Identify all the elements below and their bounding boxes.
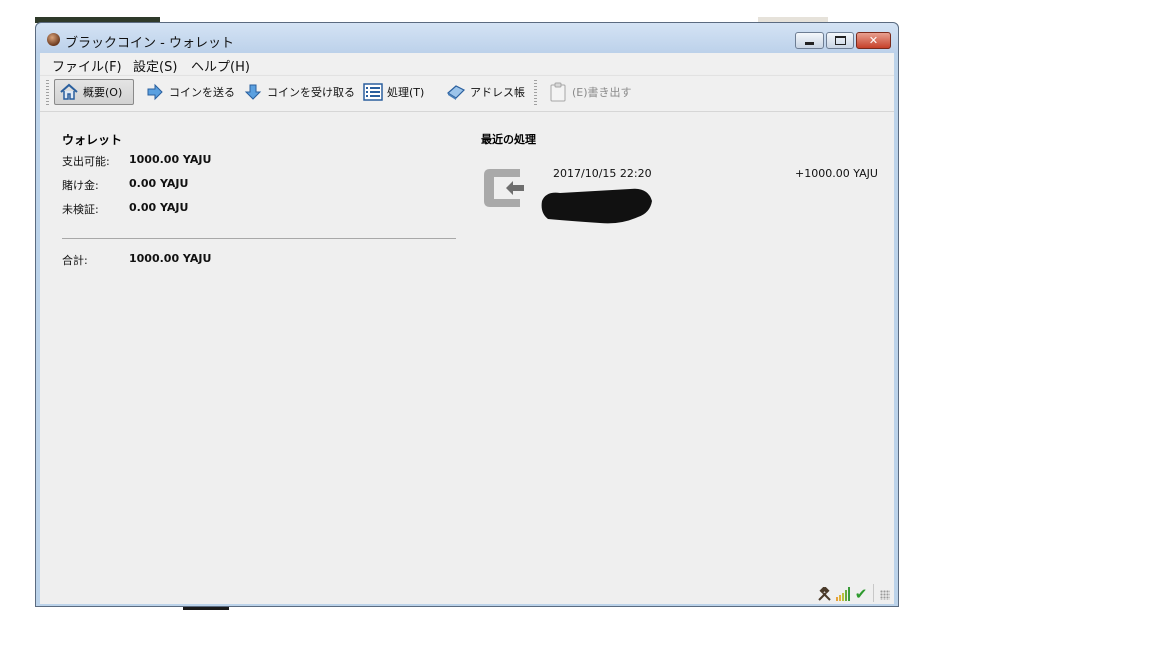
- toolbar-grip[interactable]: [46, 80, 49, 106]
- transaction-amount: +1000.00 YAJU: [795, 167, 878, 180]
- export-label: (E)書き出す: [572, 86, 632, 99]
- transactions-button[interactable]: 処理(T): [359, 79, 428, 105]
- wallet-heading: ウォレット: [62, 133, 123, 147]
- minimize-button[interactable]: [795, 32, 824, 49]
- total-label: 合計:: [62, 254, 88, 267]
- receive-coins-label: コインを受け取る: [267, 86, 355, 99]
- menu-settings[interactable]: 設定(S): [133, 56, 177, 75]
- send-coins-label: コインを送る: [169, 86, 235, 99]
- spendable-label: 支出可能:: [62, 155, 110, 168]
- redacted-address: [541, 188, 652, 224]
- receive-coins-button[interactable]: コインを受け取る: [239, 79, 359, 105]
- menu-bar: ファイル(F) 設定(S) ヘルプ(H): [40, 53, 894, 75]
- app-coin-icon: [47, 33, 60, 46]
- maximize-button[interactable]: [826, 32, 854, 49]
- receive-arrow-icon: [484, 169, 524, 207]
- separator: [62, 238, 456, 239]
- clipboard-icon: [548, 82, 568, 102]
- send-coins-button[interactable]: コインを送る: [141, 79, 239, 105]
- menu-help[interactable]: ヘルプ(H): [191, 56, 250, 75]
- transaction-date: 2017/10/15 22:20: [553, 167, 652, 180]
- toolbar-grip[interactable]: [534, 80, 537, 106]
- wallet-window: ブラックコイン - ウォレット ✕ ファイル(F) 設定(S) ヘルプ(H) 概…: [35, 22, 899, 607]
- address-book-button[interactable]: アドレス帳: [442, 79, 529, 105]
- home-icon: [59, 82, 79, 102]
- receive-arrow-icon: [243, 82, 263, 102]
- overview-label: 概要(O): [83, 86, 123, 99]
- unconfirmed-label: 未検証:: [62, 203, 99, 216]
- maximize-icon: [834, 36, 846, 45]
- resize-grip-icon[interactable]: [880, 590, 890, 600]
- unconfirmed-value: 0.00 YAJU: [129, 201, 189, 214]
- stake-label: 賭け金:: [62, 179, 99, 192]
- window-title: ブラックコイン - ウォレット: [65, 36, 234, 51]
- minimize-icon: [805, 41, 814, 45]
- sync-checkmark-icon[interactable]: ✔: [853, 585, 869, 603]
- recent-transactions-heading: 最近の処理: [481, 133, 536, 146]
- overview-button[interactable]: 概要(O): [54, 79, 134, 105]
- title-bar[interactable]: ブラックコイン - ウォレット ✕: [36, 23, 898, 53]
- menu-file[interactable]: ファイル(F): [52, 56, 122, 75]
- book-icon: [446, 82, 466, 102]
- close-icon: ✕: [868, 34, 879, 47]
- close-button[interactable]: ✕: [856, 32, 891, 49]
- status-bar: ✔: [40, 580, 894, 604]
- list-icon: [363, 82, 383, 102]
- address-book-label: アドレス帳: [470, 86, 525, 99]
- send-arrow-icon: [145, 82, 165, 102]
- export-button[interactable]: (E)書き出す: [544, 79, 636, 105]
- connection-signal-icon[interactable]: [835, 586, 851, 602]
- toolbar: 概要(O) コインを送る コインを受け取る 処理(T) アドレス帳 (E)書き出…: [40, 75, 894, 112]
- transactions-label: 処理(T): [387, 86, 425, 99]
- stake-value: 0.00 YAJU: [129, 177, 189, 190]
- client-area: ファイル(F) 設定(S) ヘルプ(H) 概要(O) コインを送る コインを受け…: [40, 53, 894, 604]
- total-value: 1000.00 YAJU: [129, 252, 212, 265]
- status-separator: [873, 584, 874, 602]
- staking-hammer-icon[interactable]: [816, 586, 832, 602]
- spendable-value: 1000.00 YAJU: [129, 153, 212, 166]
